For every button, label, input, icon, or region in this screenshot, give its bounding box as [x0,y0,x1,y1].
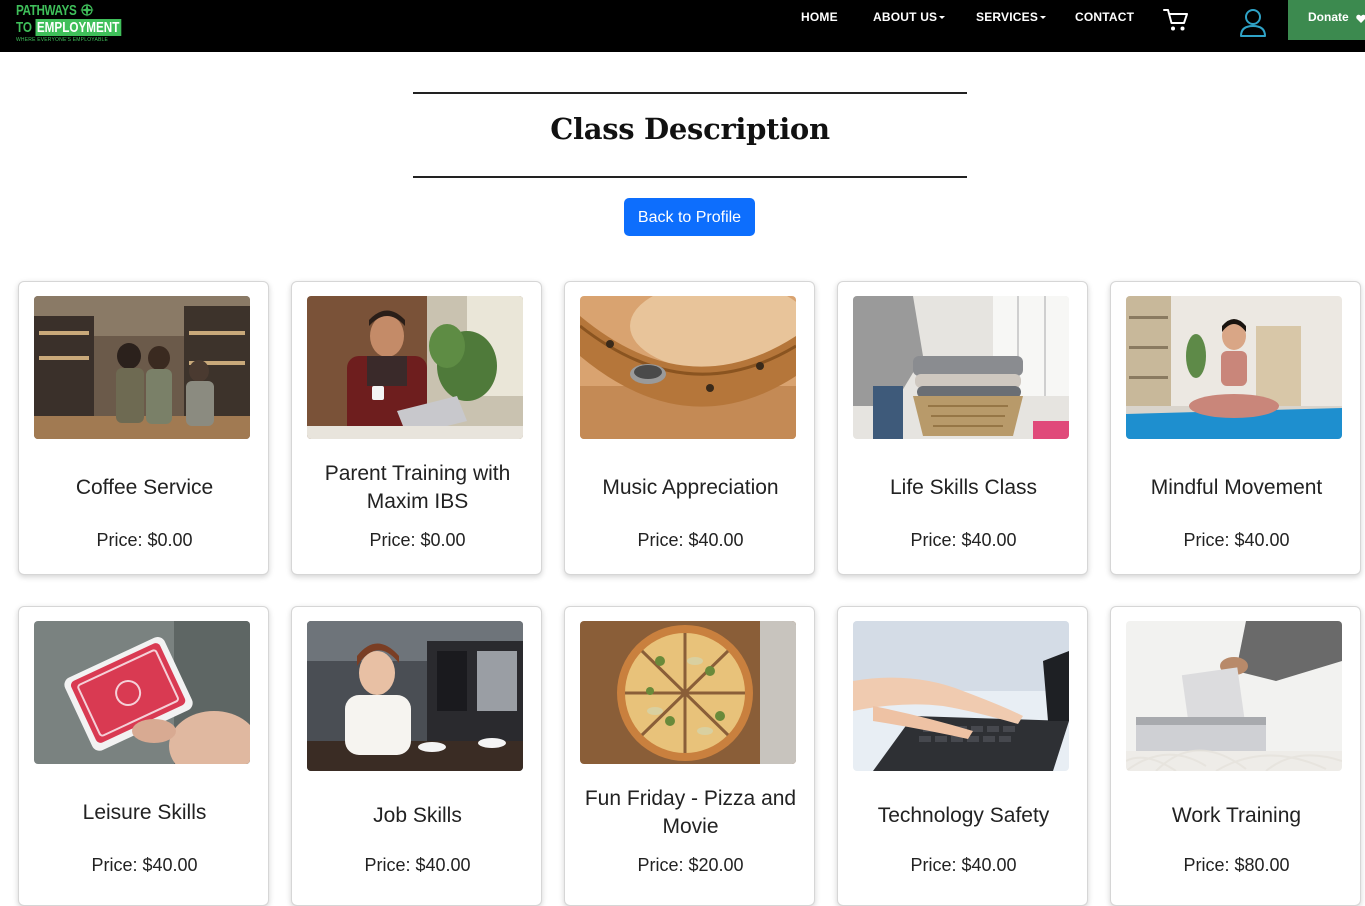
class-price: Price: $20.00 [637,855,744,875]
class-price: Price: $80.00 [1183,855,1290,875]
logo-line2: TO EMPLOYMENT [16,19,121,36]
class-price: Price: $40.00 [1183,530,1290,550]
nav-about-label: ABOUT US [873,10,938,24]
laundry-basket-photo [853,296,1069,439]
class-price: Price: $0.00 [96,530,193,550]
class-name: Leisure Skills [82,801,207,824]
logo-tagline: WHERE EVERYONE'S EMPLOYABLE [16,37,109,43]
class-card[interactable]: Parent Training with Maxim IBS Price: $0… [291,281,542,575]
pathways-logo[interactable]: PATHWAYS TO EMPLOYMENT WHERE EVERYONE'S … [16,2,121,45]
class-name: Fun Friday - Pizza and Movie [584,787,797,838]
class-card[interactable]: Fun Friday - Pizza and Movie Price: $20.… [564,606,815,906]
nav-services[interactable]: SERVICES [976,10,1047,24]
heart-icon [1356,14,1365,23]
class-card[interactable]: Music Appreciation Price: $40.00 [564,281,815,575]
paper-shredder-photo [1126,621,1342,771]
donate-button[interactable]: Donate [1288,0,1365,40]
class-name: Mindful Movement [1150,476,1323,499]
class-name: Parent Training with Maxim IBS [324,462,511,513]
page-title: Class Description [550,112,830,146]
caret-down-icon [1040,16,1047,20]
title-top-divider [413,92,967,94]
logo-line1: PATHWAYS [16,2,77,19]
class-price: Price: $40.00 [364,855,471,875]
class-name: Life Skills Class [889,476,1038,499]
class-price: Price: $40.00 [910,855,1017,875]
class-name: Coffee Service [75,476,214,499]
class-card[interactable]: Technology Safety Price: $40.00 [837,606,1088,906]
nav-home[interactable]: HOME [801,10,838,24]
logo-to: TO [16,19,33,36]
class-card[interactable]: Job Skills Price: $40.00 [291,606,542,906]
nav-about-us[interactable]: ABOUT US [873,10,946,24]
class-price: Price: $40.00 [637,530,744,550]
class-price: Price: $40.00 [910,530,1017,550]
yoga-woman-photo [1126,296,1342,439]
top-navbar: PATHWAYS TO EMPLOYMENT WHERE EVERYONE'S … [0,0,1365,52]
pizza-photo [580,621,796,764]
back-to-profile-button[interactable]: Back to Profile [624,198,755,236]
coffee-shop-photo [34,296,250,439]
caret-down-icon [939,16,946,20]
class-card[interactable]: Coffee Service Price: $0.00 [18,281,269,575]
user-account-icon[interactable] [1239,8,1267,38]
class-name: Music Appreciation [602,476,779,499]
class-name: Technology Safety [877,804,1050,827]
class-name: Work Training [1171,804,1302,827]
donate-label: Donate [1308,10,1349,24]
class-name: Job Skills [373,804,462,827]
class-card[interactable]: Life Skills Class Price: $40.00 [837,281,1088,575]
man-laptop-photo [307,296,523,439]
cart-icon[interactable] [1163,8,1189,32]
class-card[interactable]: Leisure Skills Price: $40.00 [18,606,269,906]
typing-laptop-photo [853,621,1069,771]
barista-photo [307,621,523,771]
logo-employment: EMPLOYMENT [35,19,121,36]
class-card[interactable]: Work Training Price: $80.00 [1110,606,1361,906]
compass-star-icon [80,3,94,17]
class-price: Price: $40.00 [91,855,198,875]
nav-contact[interactable]: CONTACT [1075,10,1134,24]
title-bottom-divider [413,176,967,178]
tambourine-photo [580,296,796,439]
class-card[interactable]: Mindful Movement Price: $40.00 [1110,281,1361,575]
class-price: Price: $0.00 [369,530,466,550]
nav-services-label: SERVICES [976,10,1039,24]
playing-cards-photo [34,621,250,764]
